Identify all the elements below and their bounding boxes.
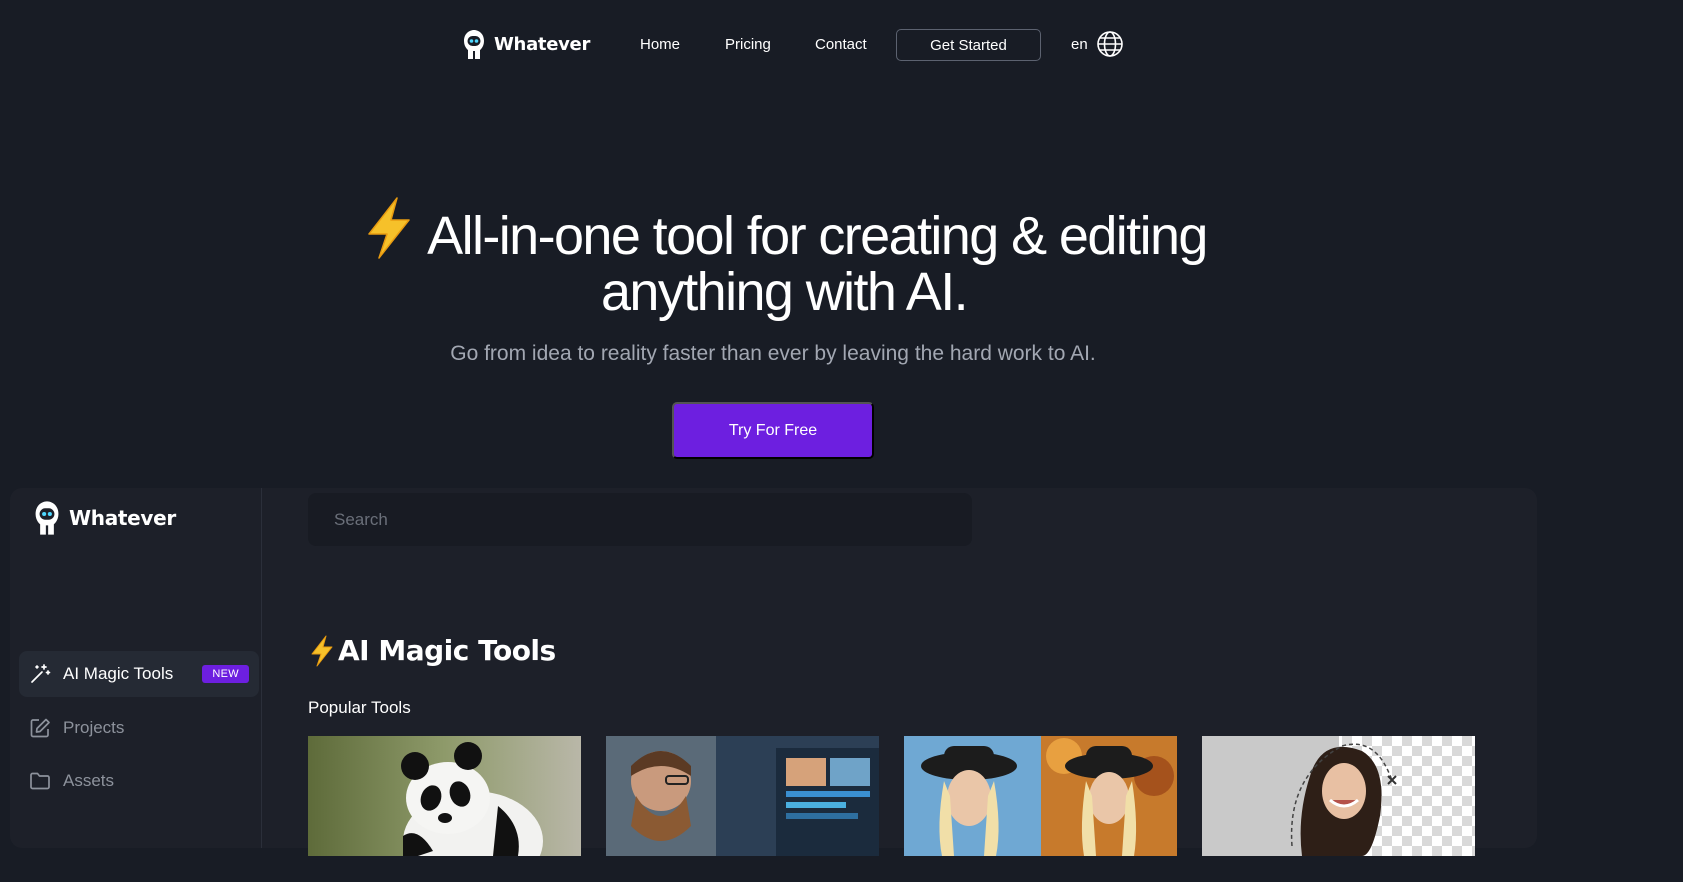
sidebar-brand[interactable]: Whatever	[31, 500, 176, 536]
video-editor-thumbnail	[606, 736, 879, 856]
hero-title: All-in-one tool for creating & editing a…	[300, 196, 1268, 320]
sidebar-brand-name: Whatever	[69, 506, 176, 530]
section-title-ai-magic-tools: AI Magic Tools	[308, 634, 556, 667]
brand-name: Whatever	[494, 34, 591, 55]
nav-contact-link[interactable]: Contact	[815, 36, 867, 53]
lightning-icon	[311, 635, 333, 666]
try-for-free-button[interactable]: Try For Free	[672, 402, 874, 459]
robot-logo-icon	[464, 30, 484, 59]
tool-card-panda[interactable]	[308, 736, 581, 856]
new-badge: NEW	[202, 665, 249, 683]
globe-icon[interactable]	[1096, 30, 1124, 58]
sidebar-item-assets[interactable]: Assets	[19, 758, 259, 804]
language-selector[interactable]: en	[1071, 36, 1088, 53]
hero-title-line1: All-in-one tool for creating & editing	[427, 206, 1208, 266]
app-preview-panel: Whatever AI Magic Tools NEW Projects Ass…	[10, 488, 1537, 856]
sidebar-item-label: Assets	[63, 771, 115, 790]
popular-tools-label: Popular Tools	[308, 698, 411, 717]
get-started-button[interactable]: Get Started	[896, 29, 1041, 61]
robot-logo-icon	[35, 501, 59, 535]
hero-title-line2: anything with AI.	[600, 262, 969, 322]
nav-home-link[interactable]: Home	[640, 36, 680, 53]
section-title-text: AI Magic Tools	[338, 634, 556, 667]
panda-thumbnail	[308, 736, 581, 856]
nav-pricing-link[interactable]: Pricing	[725, 36, 771, 53]
brand-logo-link[interactable]: Whatever	[460, 29, 590, 60]
sidebar-item-label: Projects	[63, 718, 125, 737]
magic-wand-icon	[31, 664, 51, 683]
search-input[interactable]	[308, 493, 972, 546]
tool-card-background-change[interactable]	[904, 736, 1177, 856]
top-navbar: Whatever Home Pricing Contact Get Starte…	[0, 0, 1568, 88]
sidebar-item-label: AI Magic Tools	[63, 664, 174, 683]
portrait-background-thumbnail	[904, 736, 1177, 856]
app-sidebar: Whatever AI Magic Tools NEW Projects Ass…	[10, 488, 262, 848]
remove-background-thumbnail	[1202, 736, 1475, 856]
hero-subtitle: Go from idea to reality faster than ever…	[450, 342, 1096, 365]
folder-icon	[30, 772, 50, 790]
sidebar-item-ai-magic-tools[interactable]: AI Magic Tools NEW	[19, 651, 259, 697]
lightning-icon	[368, 197, 410, 259]
edit-icon	[30, 718, 50, 738]
sidebar-item-projects[interactable]: Projects	[19, 705, 259, 751]
tool-card-video-editor[interactable]	[606, 736, 879, 856]
tool-card-remove-background[interactable]	[1202, 736, 1475, 856]
